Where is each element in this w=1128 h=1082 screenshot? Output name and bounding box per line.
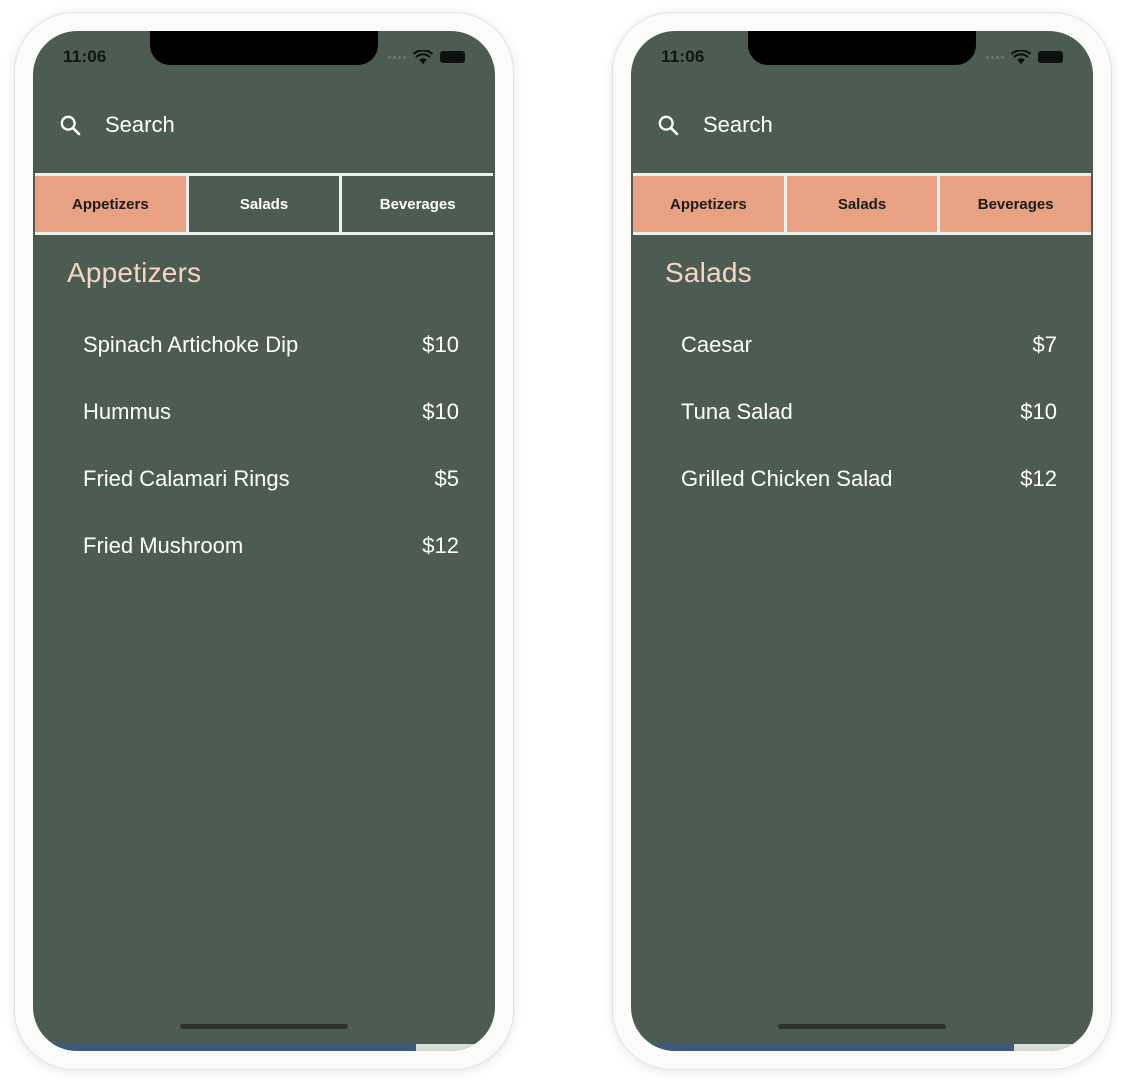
section-title: Salads bbox=[665, 257, 752, 288]
menu-item-list: Spinach Artichoke Dip $10 Hummus $10 Fri… bbox=[63, 311, 465, 579]
phone-mockup-right: 11:06 Search Appetizers Salads Beverages… bbox=[612, 12, 1112, 1070]
signal-dots-icon bbox=[986, 55, 1004, 59]
battery-full-icon bbox=[1038, 51, 1067, 63]
search-input[interactable]: Search bbox=[105, 112, 175, 138]
horizontal-scrollbar[interactable] bbox=[631, 1044, 1093, 1051]
scrollbar-thumb[interactable] bbox=[631, 1044, 1015, 1051]
search-bar[interactable]: Search bbox=[33, 77, 495, 173]
phone-screen-right: 11:06 Search Appetizers Salads Beverages… bbox=[631, 31, 1093, 1051]
menu-item-row[interactable]: Grilled Chicken Salad $12 bbox=[661, 445, 1063, 512]
status-time: 11:06 bbox=[63, 47, 107, 66]
menu-item-row[interactable]: Tuna Salad $10 bbox=[661, 378, 1063, 445]
menu-item-name: Fried Calamari Rings bbox=[83, 465, 290, 491]
status-time: 11:06 bbox=[661, 47, 705, 66]
menu-item-name: Tuna Salad bbox=[681, 398, 793, 424]
menu-item-price: $10 bbox=[1020, 398, 1057, 424]
tab-label: Beverages bbox=[379, 195, 456, 213]
tab-salads[interactable]: Salads bbox=[786, 176, 941, 232]
tab-label: Beverages bbox=[977, 195, 1054, 213]
screenshot-canvas: 11:06 Search Appetizers Salads Beverages… bbox=[0, 0, 1128, 1082]
status-icon-group bbox=[388, 49, 469, 65]
home-indicator[interactable] bbox=[778, 1024, 946, 1029]
tab-label: Salads bbox=[239, 195, 289, 213]
status-bar: 11:06 bbox=[631, 31, 1093, 77]
tab-appetizers[interactable]: Appetizers bbox=[35, 176, 189, 232]
tab-label: Appetizers bbox=[71, 195, 149, 213]
tab-beverages[interactable]: Beverages bbox=[342, 176, 494, 232]
horizontal-scrollbar[interactable] bbox=[33, 1044, 495, 1051]
wifi-icon bbox=[413, 49, 433, 64]
category-tab-bar: Appetizers Salads Beverages bbox=[35, 173, 494, 235]
tab-beverages[interactable]: Beverages bbox=[940, 176, 1092, 232]
tab-label: Salads bbox=[837, 195, 887, 213]
menu-item-price: $12 bbox=[422, 532, 459, 558]
menu-item-list: Caesar $7 Tuna Salad $10 Grilled Chicken… bbox=[661, 311, 1063, 512]
phone-mockup-left: 11:06 Search Appetizers Salads Beverages… bbox=[14, 12, 514, 1070]
tab-appetizers[interactable]: Appetizers bbox=[633, 176, 787, 232]
menu-content: Salads Caesar $7 Tuna Salad $10 Grilled … bbox=[631, 235, 1093, 1051]
status-bar: 11:06 bbox=[33, 31, 495, 77]
home-indicator[interactable] bbox=[180, 1024, 348, 1029]
phone-screen-left: 11:06 Search Appetizers Salads Beverages… bbox=[33, 31, 495, 1051]
menu-item-price: $10 bbox=[422, 398, 459, 424]
category-tab-bar: Appetizers Salads Beverages bbox=[633, 173, 1092, 235]
menu-item-row[interactable]: Spinach Artichoke Dip $10 bbox=[63, 311, 465, 378]
wifi-icon bbox=[1011, 49, 1031, 64]
section-title: Appetizers bbox=[67, 257, 202, 288]
menu-item-price: $12 bbox=[1020, 465, 1057, 491]
tab-salads[interactable]: Salads bbox=[188, 176, 343, 232]
menu-item-name: Caesar bbox=[681, 331, 752, 357]
menu-item-price: $7 bbox=[1032, 331, 1057, 357]
tab-label: Appetizers bbox=[669, 195, 747, 213]
status-icon-group bbox=[986, 49, 1067, 65]
menu-item-price: $5 bbox=[434, 465, 459, 491]
scrollbar-thumb[interactable] bbox=[33, 1044, 417, 1051]
menu-item-row[interactable]: Hummus $10 bbox=[63, 378, 465, 445]
menu-item-row[interactable]: Caesar $7 bbox=[661, 311, 1063, 378]
menu-item-row[interactable]: Fried Calamari Rings $5 bbox=[63, 445, 465, 512]
menu-item-name: Fried Mushroom bbox=[83, 532, 244, 558]
menu-content: Appetizers Spinach Artichoke Dip $10 Hum… bbox=[33, 235, 495, 1051]
search-input[interactable]: Search bbox=[703, 112, 773, 138]
menu-item-name: Spinach Artichoke Dip bbox=[83, 331, 299, 357]
search-icon[interactable] bbox=[657, 114, 679, 136]
menu-item-row[interactable]: Fried Mushroom $12 bbox=[63, 512, 465, 579]
menu-item-name: Hummus bbox=[83, 398, 172, 424]
signal-dots-icon bbox=[388, 55, 406, 59]
menu-item-name: Grilled Chicken Salad bbox=[681, 465, 893, 491]
search-icon[interactable] bbox=[59, 114, 81, 136]
battery-full-icon bbox=[440, 51, 469, 63]
menu-item-price: $10 bbox=[422, 331, 459, 357]
search-bar[interactable]: Search bbox=[631, 77, 1093, 173]
